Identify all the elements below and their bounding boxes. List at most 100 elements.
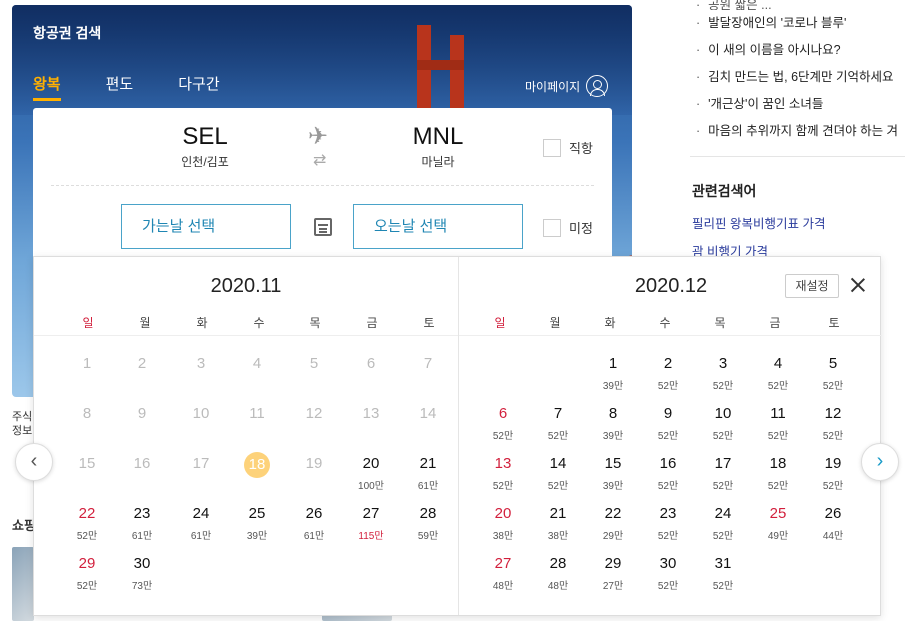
calendar-day[interactable]: 7 52만: [533, 402, 583, 442]
calendar-day[interactable]: 16 52만: [643, 452, 693, 492]
thumbnail-image[interactable]: [12, 547, 34, 621]
calendar-day[interactable]: 21 61만: [403, 452, 453, 492]
day-number: 25: [769, 505, 787, 522]
next-month-button[interactable]: ›: [861, 443, 899, 481]
calendar-day[interactable]: 20 38만: [478, 502, 528, 542]
calendar-day[interactable]: 23 61만: [117, 502, 167, 542]
calendar-day[interactable]: 26 61만: [289, 502, 339, 542]
day-price: 39만: [246, 531, 268, 542]
day-number: 13: [362, 405, 380, 422]
trip-type-tabs: 왕복 편도 다구간: [33, 73, 265, 101]
calendar-day[interactable]: 20 100만: [346, 452, 396, 492]
day-price: 48만: [492, 581, 514, 592]
calendar-day: 12: [289, 402, 339, 426]
calendar-day[interactable]: 22 29만: [588, 502, 638, 542]
destination[interactable]: MNL 마닐라: [378, 123, 498, 170]
calendar-day[interactable]: 6 52만: [478, 402, 528, 442]
day-number: 12: [305, 405, 323, 422]
day-number: 7: [423, 355, 433, 372]
calendar-day: 16: [117, 452, 167, 476]
return-date-button[interactable]: 오는날 선택: [353, 204, 523, 249]
mypage-link[interactable]: 마이페이지: [525, 75, 609, 97]
calendar-day[interactable]: 15 39만: [588, 452, 638, 492]
calendar-day[interactable]: 27 48만: [478, 552, 528, 592]
depart-date-button[interactable]: 가는날 선택: [121, 204, 291, 249]
calendar-day[interactable]: 3 52만: [698, 352, 748, 392]
calendar-day[interactable]: 21 38만: [533, 502, 583, 542]
calendar-day[interactable]: 1 39만: [588, 352, 638, 392]
calendar-day[interactable]: 8 39만: [588, 402, 638, 442]
day-price: 61만: [303, 531, 325, 542]
news-list: 공원 짧은 ... 발달장애인의 '코로나 블루' 이 새의 이름을 아시나요?…: [696, 0, 898, 145]
tab-roundtrip[interactable]: 왕복: [33, 73, 61, 101]
day-price: 39만: [602, 381, 624, 392]
calendar-day[interactable]: 2 52만: [643, 352, 693, 392]
calendar-day[interactable]: 24 52만: [698, 502, 748, 542]
prev-month-button[interactable]: ‹: [15, 443, 53, 481]
reset-button[interactable]: 재설정: [785, 274, 839, 298]
day-price: 48만: [547, 581, 569, 592]
swap-icon[interactable]: ⇄: [313, 150, 326, 170]
calendar-day[interactable]: 4 52만: [753, 352, 803, 392]
origin[interactable]: SEL 인천/김포: [145, 123, 265, 170]
day-number: 29: [604, 555, 622, 572]
day-price: 52만: [492, 431, 514, 442]
news-item[interactable]: 마음의 추위까지 함께 견뎌야 하는 겨: [696, 118, 898, 145]
day-number: 23: [659, 505, 677, 522]
day-number: 2: [663, 355, 673, 372]
calendar-day[interactable]: 13 52만: [478, 452, 528, 492]
calendar-day: 11: [232, 402, 282, 426]
day-price: 52만: [76, 531, 98, 542]
calendar-day[interactable]: 22 52만: [62, 502, 112, 542]
calendar-day[interactable]: 18 52만: [753, 452, 803, 492]
calendar-day[interactable]: 30 52만: [643, 552, 693, 592]
tab-multicity[interactable]: 다구간: [178, 73, 219, 101]
calendar-day: 9: [117, 402, 167, 426]
news-item[interactable]: 김치 만드는 법, 6단계만 기억하세요: [696, 64, 898, 91]
weekday-label: 수: [253, 316, 265, 330]
calendar-day[interactable]: 24 61만: [176, 502, 226, 542]
day-number: 22: [78, 505, 96, 522]
day-number: 9: [663, 405, 673, 422]
calendar-day[interactable]: 12 52만: [808, 402, 858, 442]
calendar-day[interactable]: 25 39만: [232, 502, 282, 542]
news-item[interactable]: 이 새의 이름을 아시나요?: [696, 37, 898, 64]
calendar-day[interactable]: 14 52만: [533, 452, 583, 492]
calendar-day[interactable]: 18: [232, 452, 282, 478]
direct-checkbox[interactable]: 직항: [543, 138, 593, 157]
calendar-day[interactable]: 23 52만: [643, 502, 693, 542]
news-item[interactable]: 발달장애인의 '코로나 블루': [696, 10, 898, 37]
checkbox-box[interactable]: [543, 138, 561, 157]
calendar-day[interactable]: 19 52만: [808, 452, 858, 492]
close-icon[interactable]: [849, 276, 867, 294]
undecided-checkbox[interactable]: 미정: [543, 218, 593, 237]
calendar-day[interactable]: 28 48만: [533, 552, 583, 592]
weekday-label: 금: [769, 316, 781, 330]
calendar-day[interactable]: 11 52만: [753, 402, 803, 442]
day-number: 5: [309, 355, 319, 372]
calendar-day[interactable]: 30 73만: [117, 552, 167, 592]
calendar-day[interactable]: 10 52만: [698, 402, 748, 442]
day-price: 49만: [767, 531, 789, 542]
calendar-day[interactable]: 27 115만: [346, 502, 396, 542]
calendar-day[interactable]: 28 59만: [403, 502, 453, 542]
news-item-partial[interactable]: 공원 짧은 ...: [696, 0, 898, 10]
related-link[interactable]: 필리핀 왕복비행기표 가격: [692, 213, 825, 232]
day-number: 27: [494, 555, 512, 572]
calendar-day[interactable]: 5 52만: [808, 352, 858, 392]
day-price: 52만: [657, 531, 679, 542]
calendar-day[interactable]: 31 52만: [698, 552, 748, 592]
calendar-day[interactable]: 29 27만: [588, 552, 638, 592]
day-number: 25: [248, 505, 266, 522]
day-number: 4: [773, 355, 783, 372]
checkbox-box[interactable]: [543, 218, 561, 237]
calendar-day[interactable]: 17 52만: [698, 452, 748, 492]
calendar-day[interactable]: 25 49만: [753, 502, 803, 542]
tab-oneway[interactable]: 편도: [106, 73, 134, 101]
news-item[interactable]: '개근상'이 꿈인 소녀들: [696, 91, 898, 118]
calendar-day: 2: [117, 352, 167, 376]
day-price: 52만: [712, 531, 734, 542]
calendar-day[interactable]: 9 52만: [643, 402, 693, 442]
calendar-day[interactable]: 29 52만: [62, 552, 112, 592]
calendar-day[interactable]: 26 44만: [808, 502, 858, 542]
